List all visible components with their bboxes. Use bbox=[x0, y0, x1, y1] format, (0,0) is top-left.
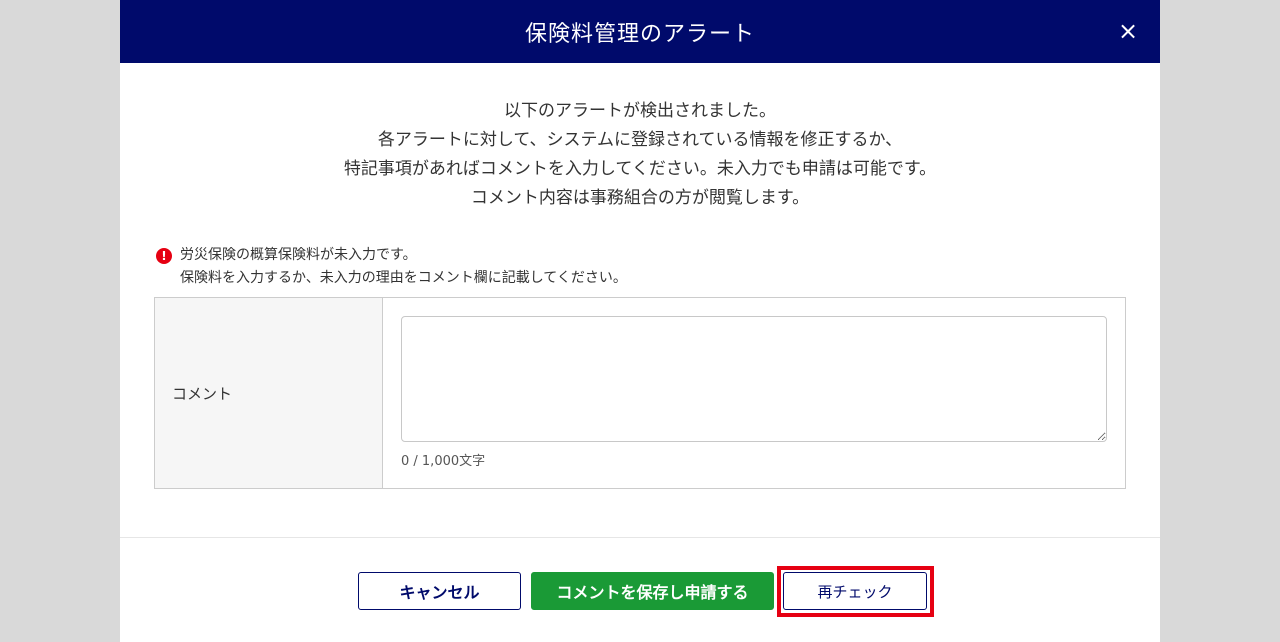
comment-table: コメント 0 / 1,000文字 bbox=[154, 297, 1126, 489]
alert-item: ! 労災保険の概算保険料が未入力です。 保険料を入力するか、未入力の理由をコメン… bbox=[156, 244, 1116, 290]
modal-title: 保険料管理のアラート bbox=[524, 21, 755, 47]
cancel-button[interactable]: キャンセル bbox=[358, 572, 521, 610]
intro-line: 以下のアラートが検出されました。 bbox=[504, 101, 776, 121]
recheck-button[interactable]: 再チェック bbox=[783, 572, 927, 610]
close-icon[interactable]: × bbox=[1114, 17, 1142, 45]
error-icon: ! bbox=[156, 247, 172, 264]
alert-message: 労災保険の概算保険料が未入力です。 bbox=[180, 247, 417, 263]
intro-line: 特記事項があればコメントを入力してください。未入力でも申請は可能です。 bbox=[343, 159, 937, 179]
intro-message: 以下のアラートが検出されました。 各アラートに対して、システムに登録されている情… bbox=[120, 97, 1160, 213]
comment-textarea[interactable] bbox=[401, 316, 1107, 442]
intro-line: 各アラートに対して、システムに登録されている情報を修正するか、 bbox=[377, 130, 903, 150]
char-count: 0 / 1,000文字 bbox=[401, 454, 486, 469]
alert-modal: 保険料管理のアラート × 以下のアラートが検出されました。 各アラートに対して、… bbox=[120, 0, 1160, 642]
comment-input-cell: 0 / 1,000文字 bbox=[383, 298, 1125, 488]
alert-instruction: 保険料を入力するか、未入力の理由をコメント欄に記載してください。 bbox=[180, 270, 627, 286]
save-and-submit-button[interactable]: コメントを保存し申請する bbox=[531, 572, 774, 610]
footer-divider bbox=[120, 537, 1160, 538]
modal-header: 保険料管理のアラート × bbox=[120, 0, 1160, 63]
comment-label: コメント bbox=[155, 298, 383, 488]
intro-line: コメント内容は事務組合の方が閲覧します。 bbox=[470, 188, 810, 208]
alert-headline: ! 労災保険の概算保険料が未入力です。 bbox=[156, 244, 1116, 267]
